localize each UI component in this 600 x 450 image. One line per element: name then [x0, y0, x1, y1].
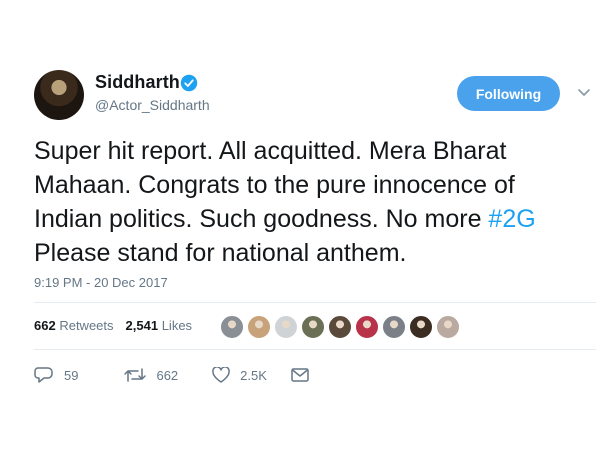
retweet-count: 662 [156, 367, 179, 383]
message-button[interactable] [291, 368, 309, 382]
tweet-line: Mahaan. Congrats to the pure innocence o… [34, 171, 515, 199]
tweet-card: Siddharth @Actor_Siddharth Following Sup… [0, 0, 600, 450]
liker-avatar[interactable] [355, 315, 379, 339]
tweet-text: Super hit report. All acquitted. Mera Bh… [34, 134, 594, 270]
liker-avatar[interactable] [409, 315, 433, 339]
liker-avatar[interactable] [247, 315, 271, 339]
retweets-stat[interactable]: 662 Retweets [34, 318, 114, 333]
chevron-down-icon[interactable] [576, 86, 592, 100]
tweet-line: Super hit report. All acquitted. Mera Bh… [34, 137, 507, 165]
liker-avatar[interactable] [436, 315, 460, 339]
profile-avatar[interactable] [34, 70, 84, 120]
like-button[interactable]: 2.5K [212, 367, 267, 383]
following-button[interactable]: Following [457, 76, 560, 111]
retweets-count: 662 [34, 318, 56, 333]
retweets-label: Retweets [59, 318, 114, 333]
liker-avatars [220, 314, 463, 340]
envelope-icon [291, 368, 309, 382]
author-handle[interactable]: @Actor_Siddharth [95, 97, 210, 113]
tweet-timestamp[interactable]: 9:19 PM - 20 Dec 2017 [34, 275, 168, 290]
heart-icon [212, 367, 230, 383]
retweet-icon [124, 368, 147, 382]
author-name[interactable]: Siddharth [95, 72, 180, 93]
divider [34, 349, 596, 350]
reply-button[interactable]: 59 [34, 366, 78, 384]
liker-avatar[interactable] [382, 315, 406, 339]
liker-avatar[interactable] [220, 315, 244, 339]
liker-avatar[interactable] [328, 315, 352, 339]
tweet-line-text: Indian politics. Such goodness. No more [34, 205, 489, 233]
likes-label: Likes [161, 318, 193, 333]
likes-count: 2,541 [125, 318, 159, 333]
liker-avatar[interactable] [301, 315, 325, 339]
reply-count: 59 [64, 367, 79, 383]
action-bar: 59 662 2.5K [34, 366, 339, 384]
tweet-line: Indian politics. Such goodness. No more … [34, 202, 594, 236]
retweet-button[interactable]: 662 [124, 367, 178, 383]
hashtag-link[interactable]: #2G [488, 205, 535, 233]
likes-stat[interactable]: 2,541 Likes [126, 318, 193, 333]
liker-avatar[interactable] [274, 315, 298, 339]
verified-badge-icon [180, 74, 198, 92]
tweet-line: Please stand for national anthem. [34, 239, 407, 267]
like-count: 2.5K [240, 367, 267, 383]
reply-icon [34, 367, 53, 383]
divider [34, 302, 596, 303]
engagement-stats: 662 Retweets 2,541 Likes [34, 318, 192, 333]
